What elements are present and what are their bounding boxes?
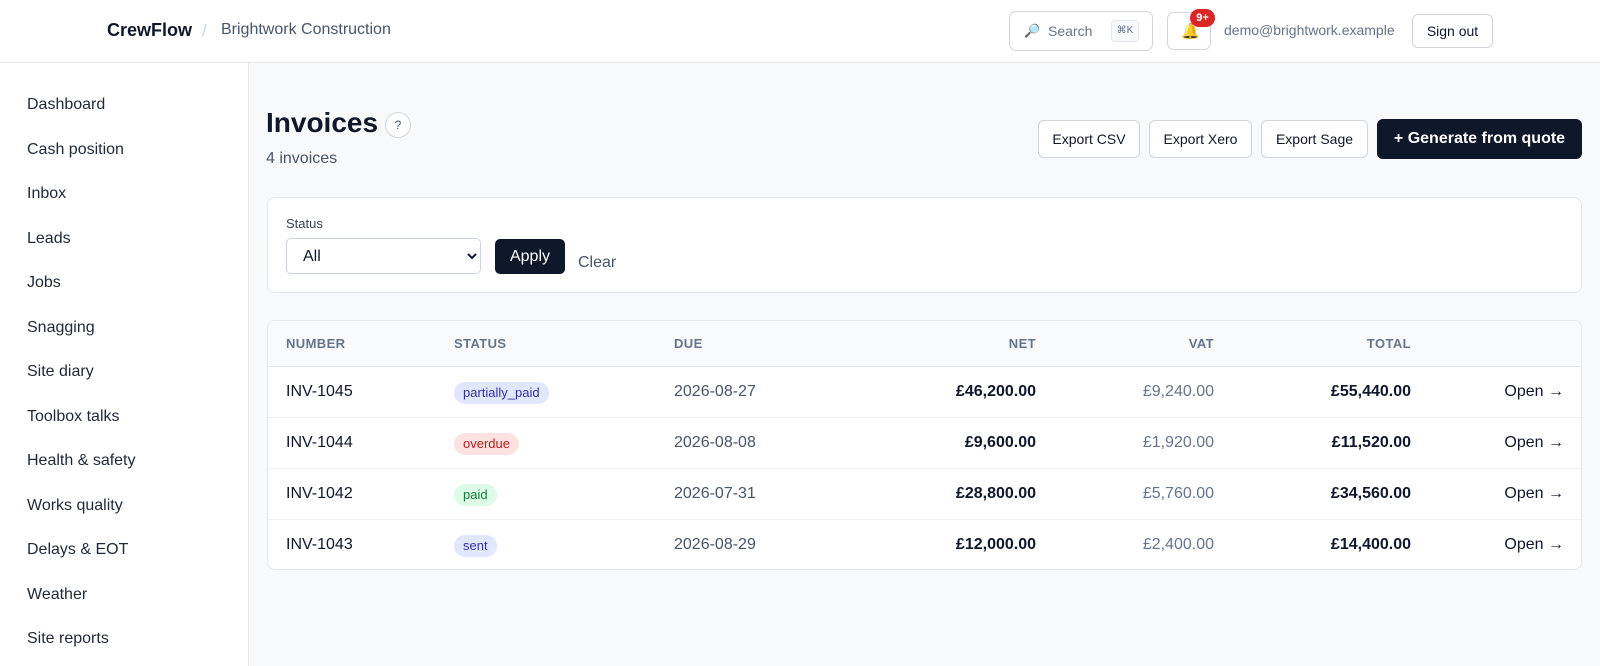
sidebar-item-jobs[interactable]: Jobs xyxy=(27,271,61,295)
vat-amount: £2,400.00 xyxy=(1142,536,1214,553)
notification-badge: 9+ xyxy=(1190,9,1215,27)
net-amount: £9,600.00 xyxy=(964,434,1036,451)
sidebar-item-site-diary[interactable]: Site diary xyxy=(27,360,94,384)
table-row[interactable]: INV-1043 sent 2026-08-29 £12,000.00 £2,4… xyxy=(268,520,1581,569)
total-amount: £34,560.00 xyxy=(1330,485,1411,502)
brand-logo[interactable]: CrewFlow xyxy=(107,20,192,41)
net-amount: £28,800.00 xyxy=(955,485,1036,502)
sidebar-item-snagging[interactable]: Snagging xyxy=(27,316,95,340)
status-badge: sent xyxy=(454,535,497,557)
search-button[interactable]: 🔎 Search ⌘K xyxy=(1009,11,1153,51)
search-icon: 🔎 xyxy=(1024,23,1041,38)
sidebar-item-leads[interactable]: Leads xyxy=(27,227,71,251)
top-bar: CrewFlow / Brightwork Construction 🔎 Sea… xyxy=(0,0,1600,63)
net-amount: £46,200.00 xyxy=(955,383,1036,400)
filter-panel: Status All Apply Clear xyxy=(267,197,1582,293)
total-amount: £14,400.00 xyxy=(1330,536,1411,553)
sidebar-item-inbox[interactable]: Inbox xyxy=(27,182,66,206)
invoice-count: 4 invoices xyxy=(266,150,338,167)
organization-name: Brightwork Construction xyxy=(221,21,391,38)
open-link[interactable]: Open → xyxy=(1504,383,1564,401)
due-date: 2026-08-27 xyxy=(674,383,756,400)
table-row[interactable]: INV-1044 overdue 2026-08-08 £9,600.00 £1… xyxy=(268,418,1581,469)
sidebar-item-dashboard[interactable]: Dashboard xyxy=(27,93,105,117)
due-date: 2026-08-29 xyxy=(674,536,756,553)
open-link[interactable]: Open → xyxy=(1504,434,1564,452)
apply-button[interactable]: Apply xyxy=(495,239,565,274)
generate-from-quote-button[interactable]: + Generate from quote xyxy=(1377,119,1582,159)
sidebar-item-cash-position[interactable]: Cash position xyxy=(27,138,124,162)
search-label: Search xyxy=(1048,23,1093,39)
column-header-net: NET xyxy=(1008,336,1036,351)
breadcrumb-separator: / xyxy=(202,21,207,40)
search-shortcut: ⌘K xyxy=(1111,20,1139,42)
status-select[interactable]: All xyxy=(286,238,481,274)
sidebar-item-works-quality[interactable]: Works quality xyxy=(27,494,123,518)
sign-out-button[interactable]: Sign out xyxy=(1412,14,1493,48)
sidebar-item-health-safety[interactable]: Health & safety xyxy=(27,449,136,473)
sidebar-item-delays-eot[interactable]: Delays & EOT xyxy=(27,538,128,562)
page-title: Invoices xyxy=(266,107,379,138)
status-badge: paid xyxy=(454,484,497,506)
help-button[interactable]: ? xyxy=(385,112,411,138)
status-filter-label: Status xyxy=(286,216,323,231)
column-header-vat: VAT xyxy=(1188,336,1214,351)
total-amount: £11,520.00 xyxy=(1331,434,1411,451)
invoice-number: INV-1044 xyxy=(286,434,353,451)
sidebar: Dashboard Cash position Inbox Leads Jobs… xyxy=(0,63,249,666)
net-amount: £12,000.00 xyxy=(955,536,1036,553)
open-link[interactable]: Open → xyxy=(1504,536,1564,554)
column-header-status: STATUS xyxy=(454,336,507,351)
invoice-number: INV-1042 xyxy=(286,485,353,502)
vat-amount: £9,240.00 xyxy=(1142,383,1214,400)
invoice-number: INV-1045 xyxy=(286,383,353,400)
table-row[interactable]: INV-1042 paid 2026-07-31 £28,800.00 £5,7… xyxy=(268,469,1581,520)
export-csv-button[interactable]: Export CSV xyxy=(1038,120,1140,158)
user-email: demo@brightwork.example xyxy=(1224,22,1395,38)
export-xero-button[interactable]: Export Xero xyxy=(1149,120,1252,158)
status-badge: partially_paid xyxy=(454,382,549,404)
export-sage-button[interactable]: Export Sage xyxy=(1261,120,1368,158)
due-date: 2026-07-31 xyxy=(674,485,756,502)
clear-link[interactable]: Clear xyxy=(578,254,616,272)
sidebar-item-site-reports[interactable]: Site reports xyxy=(27,627,109,651)
invoices-table: NUMBER STATUS DUE NET VAT TOTAL INV-1045… xyxy=(267,320,1582,570)
status-badge: overdue xyxy=(454,433,519,455)
column-header-total: TOTAL xyxy=(1366,336,1411,351)
column-header-due: DUE xyxy=(674,336,703,351)
column-header-number: NUMBER xyxy=(286,336,346,351)
vat-amount: £5,760.00 xyxy=(1142,485,1214,502)
sidebar-item-toolbox-talks[interactable]: Toolbox talks xyxy=(27,405,120,429)
total-amount: £55,440.00 xyxy=(1330,383,1411,400)
table-header: NUMBER STATUS DUE NET VAT TOTAL xyxy=(268,321,1581,367)
open-link[interactable]: Open → xyxy=(1504,485,1564,503)
table-row[interactable]: INV-1045 partially_paid 2026-08-27 £46,2… xyxy=(268,367,1581,418)
due-date: 2026-08-08 xyxy=(674,434,756,451)
sidebar-item-weather[interactable]: Weather xyxy=(27,583,87,607)
invoice-number: INV-1043 xyxy=(286,536,353,553)
vat-amount: £1,920.00 xyxy=(1142,434,1214,451)
